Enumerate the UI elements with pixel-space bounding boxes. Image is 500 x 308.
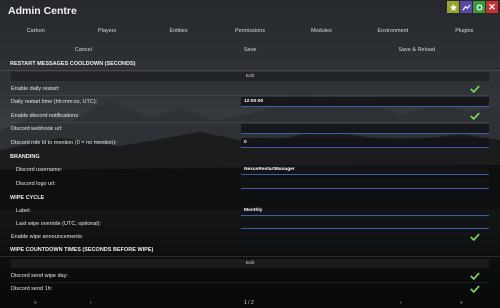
tab-players[interactable]: Players [71,24,142,38]
check-icon [470,233,480,241]
discord-notifications-checkbox[interactable] [469,111,481,121]
logo-row: Discord logo url: [0,178,500,190]
check-icon [470,85,480,93]
tab-carbon[interactable]: Carbon [0,24,71,38]
window-buttons: ✕ [447,1,498,13]
branding-section-header: BRANDING [0,151,500,163]
wipe-override-label: Last wipe override (UTC, optional): [16,221,101,227]
daily-restart-time-label: Daily restart time (hh:mm:ss, UTC): [11,99,98,105]
main-nav: Carbon Players Entities Permissions Modu… [0,24,500,38]
username-label: Discord username: [16,167,63,173]
tab-environment[interactable]: Environment [357,24,428,38]
webhook-label: Discord webhook url: [11,126,63,132]
webhook-input[interactable] [241,124,489,134]
section-title: WIPE CYCLE [10,195,45,201]
star-icon[interactable] [447,1,459,13]
discord-notifications-label: Enable discord notifications: [11,113,80,119]
wipe-announcements-checkbox[interactable] [469,232,481,242]
logo-input[interactable] [241,179,489,189]
check-icon [470,112,480,120]
send-1h-label: Discord send 1h: [11,286,53,292]
role-input[interactable]: 0 [241,138,489,148]
page-indicator: 1 / 2 [244,300,254,306]
role-row: Discord role id to mention (0 = no menti… [0,137,500,149]
wipe-day-label: Discord send wipe day: [11,273,68,279]
first-page-button[interactable]: « [34,300,37,306]
role-label: Discord role id to mention (0 = no menti… [11,140,117,146]
tab-entities[interactable]: Entities [143,24,214,38]
daily-restart-checkbox[interactable] [469,84,481,94]
wipe-day-checkbox[interactable] [469,271,481,281]
next-page-button[interactable]: › [400,300,402,306]
tab-permissions[interactable]: Permissions [214,24,285,38]
restart-edit-button[interactable]: Edit [11,72,489,81]
discord-notifications-row: Enable discord notifications: [0,110,500,122]
tab-modules[interactable]: Modules [286,24,357,38]
wipe-section-header: WIPE CYCLE [0,192,500,204]
send-1h-checkbox[interactable] [469,284,481,294]
webhook-row: Discord webhook url: [0,123,500,135]
username-input[interactable]: NexusRestartManager [241,165,489,175]
title-bar: Admin Centre [0,0,500,22]
window-title: Admin Centre [8,5,77,17]
section-title: BRANDING [10,154,40,160]
save-reload-button[interactable]: Save & Reload [333,44,500,56]
tab-plugins[interactable]: Plugins [429,24,500,38]
daily-restart-label: Enable daily restart: [11,86,60,92]
check-icon [470,272,480,280]
wipe-label-input[interactable]: Monthly [241,206,489,216]
daily-restart-time-row: Daily restart time (hh:mm:ss, UTC): 12:0… [0,96,500,108]
wipe-override-row: Last wipe override (UTC, optional): [0,218,500,230]
send-1h-row: Discord send 1h: [0,283,500,295]
cancel-button[interactable]: Cancel [0,44,167,56]
wipe-label-row: Label: Monthly [0,205,500,217]
wipe-announcements-label: Enable wipe announcements: [11,234,84,240]
logo-label: Discord logo url: [16,181,56,187]
prev-page-button[interactable]: ‹ [90,300,92,306]
wipe-label-label: Label: [16,208,31,214]
check-icon [470,285,480,293]
close-icon[interactable]: ✕ [486,1,498,13]
restart-section-header: RESTART MESSAGES COOLDOWN (SECONDS) [0,58,500,71]
section-title: RESTART MESSAGES COOLDOWN (SECONDS) [0,58,500,71]
wipe-override-input[interactable] [241,219,489,229]
wipe-countdown-edit-button[interactable]: Edit [11,259,489,268]
pagination: « ‹ 1 / 2 › » [0,300,500,308]
wipe-day-row: Discord send wipe day: [0,270,500,282]
username-row: Discord username: NexusRestartManager [0,164,500,176]
gear-icon[interactable] [473,1,485,13]
wipe-countdown-section-header: WIPE COUNTDOWN TIMES (SECONDS BEFORE WIP… [0,244,500,257]
last-page-button[interactable]: » [460,300,463,306]
daily-restart-row: Enable daily restart: [0,83,500,95]
section-title: WIPE COUNTDOWN TIMES (SECONDS BEFORE WIP… [0,244,500,257]
wipe-announcements-row: Enable wipe announcements: [0,231,500,243]
daily-restart-time-input[interactable]: 12:00:00 [241,97,489,107]
save-button[interactable]: Save [167,44,334,56]
action-bar: Cancel Save Save & Reload [0,44,500,56]
chart-icon[interactable] [460,1,472,13]
